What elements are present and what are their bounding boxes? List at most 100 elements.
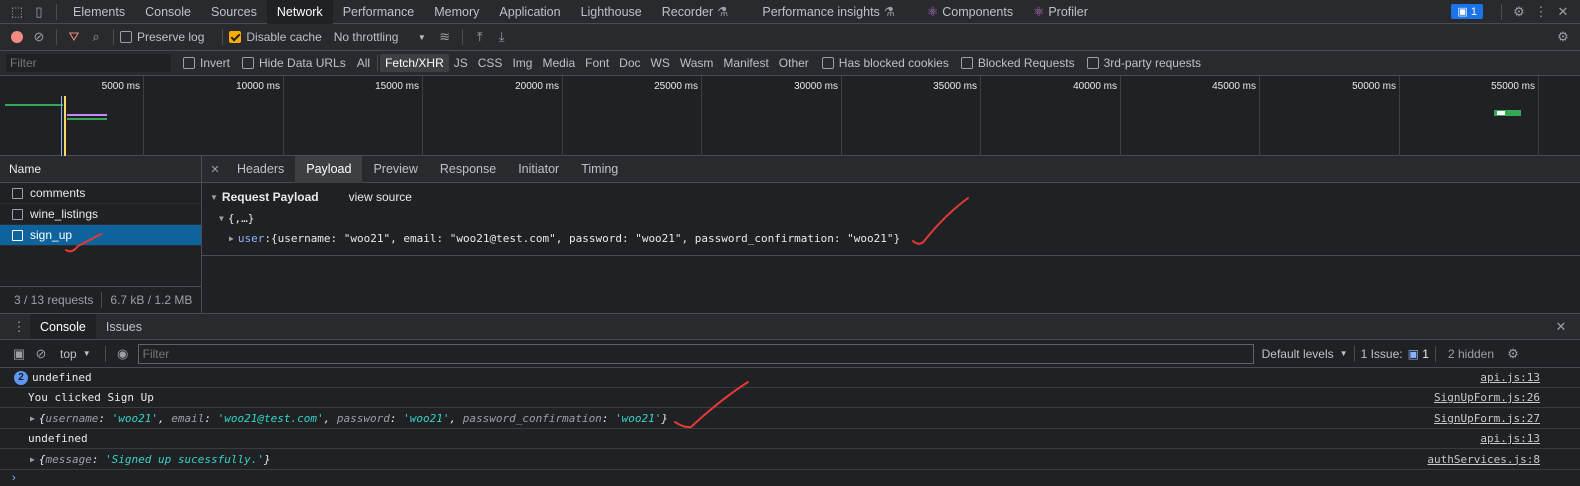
type-ws[interactable]: WS (646, 54, 675, 72)
type-js[interactable]: JS (449, 54, 473, 72)
divider (56, 29, 57, 45)
drawer-tab-console[interactable]: Console (30, 314, 96, 339)
close-icon[interactable]: ✕ (1550, 316, 1572, 338)
object-value: 'woo21@test.com' (217, 411, 324, 425)
expand-triangle-icon[interactable]: ▶ (30, 414, 35, 423)
hide-data-urls-checkbox[interactable]: Hide Data URLs (242, 56, 346, 70)
tab-payload[interactable]: Payload (295, 155, 363, 183)
clear-console-icon[interactable]: ⊘ (30, 343, 52, 365)
tab-elements[interactable]: Elements (63, 0, 135, 24)
source-link[interactable]: SignUpForm.js:27 (1434, 412, 1540, 425)
issues-count: 1 (1422, 346, 1429, 361)
blocked-cookies-checkbox[interactable]: Has blocked cookies (821, 56, 949, 70)
payload-root[interactable]: ▼ {,…} (219, 212, 1580, 225)
drawer-tab-issues[interactable]: Issues (96, 315, 152, 339)
console-prompt[interactable]: › (0, 470, 1580, 486)
throttling-select[interactable]: No throttling ▼ (334, 30, 426, 44)
issues-counter[interactable]: 1 Issue: ▣ 1 (1361, 347, 1429, 361)
gear-icon[interactable]: ⚙ (1508, 1, 1530, 23)
expand-triangle-icon[interactable]: ▼ (210, 193, 218, 202)
network-conditions-icon[interactable]: ≋ (434, 26, 456, 48)
tab-preview[interactable]: Preview (362, 156, 428, 183)
clear-icon[interactable]: ⊘ (28, 26, 50, 48)
inspect-element-icon[interactable]: ⬚ (6, 1, 28, 23)
type-fetch-xhr[interactable]: Fetch/XHR (380, 54, 449, 72)
tab-application[interactable]: Application (489, 0, 570, 24)
close-icon[interactable]: ✕ (1552, 1, 1574, 23)
context-select[interactable]: top ▼ (60, 347, 91, 361)
request-row-comments[interactable]: comments (0, 183, 201, 204)
tab-profiler[interactable]: ⚛ Profiler (1023, 0, 1098, 24)
source-link[interactable]: authServices.js:8 (1427, 453, 1540, 466)
disable-cache-checkbox[interactable]: Disable cache (229, 30, 322, 44)
source-link[interactable]: api.js:13 (1480, 432, 1540, 445)
search-icon[interactable]: ⌕ (85, 26, 107, 48)
invert-checkbox[interactable]: Invert (183, 56, 230, 70)
drawer-menu-icon[interactable]: ⋮ (8, 316, 30, 338)
view-source-link[interactable]: view source (349, 190, 412, 204)
preserve-log-checkbox[interactable]: Preserve log (120, 30, 204, 44)
gear-icon[interactable]: ⚙ (1552, 26, 1574, 48)
filter-icon[interactable]: ⛛ (63, 26, 85, 48)
type-css[interactable]: CSS (473, 54, 508, 72)
console-filter-input[interactable] (137, 343, 1254, 364)
devtools-tabbar: ⬚ ▯ Elements Console Sources Network Per… (0, 0, 1580, 24)
download-icon[interactable]: ⤓ (491, 26, 513, 48)
tab-memory[interactable]: Memory (424, 0, 489, 24)
invert-label: Invert (200, 56, 231, 70)
request-count: 3 / 13 requests (14, 293, 94, 307)
object-preview: {message: 'Signed up sucessfully.'} (38, 452, 271, 466)
type-all[interactable]: All (352, 54, 375, 72)
message-text: undefined (28, 432, 88, 445)
sidebar-toggle-icon[interactable]: ▣ (8, 343, 30, 365)
grid-line (701, 76, 702, 156)
type-wasm[interactable]: Wasm (675, 54, 719, 72)
section-title[interactable]: Request Payload (222, 190, 319, 204)
tab-timing[interactable]: Timing (570, 156, 629, 183)
type-other[interactable]: Other (774, 54, 814, 72)
type-media[interactable]: Media (537, 54, 580, 72)
close-icon[interactable]: ✕ (204, 158, 226, 180)
timeline-label: 5000 ms (101, 81, 140, 92)
more-options-icon[interactable]: ⋮ (1530, 1, 1552, 23)
blocked-requests-checkbox[interactable]: Blocked Requests (960, 56, 1075, 70)
prompt-chevron-icon: › (12, 472, 16, 484)
tab-headers[interactable]: Headers (226, 156, 295, 183)
tab-performance-insights[interactable]: Performance insights ⚗ (752, 0, 905, 24)
type-manifest[interactable]: Manifest (718, 54, 773, 72)
upload-icon[interactable]: ⤒ (469, 26, 491, 48)
gear-icon[interactable]: ⚙ (1502, 343, 1524, 365)
type-font[interactable]: Font (580, 54, 614, 72)
third-party-checkbox[interactable]: 3rd-party requests (1086, 56, 1201, 70)
issues-badge[interactable]: ▣ 1 (1451, 4, 1483, 19)
device-toolbar-icon[interactable]: ▯ (28, 1, 50, 23)
filter-input[interactable] (6, 54, 171, 72)
tab-lighthouse[interactable]: Lighthouse (571, 0, 652, 24)
name-column-header[interactable]: Name (0, 156, 201, 183)
tab-network[interactable]: Network (266, 0, 333, 24)
source-link[interactable]: SignUpForm.js:26 (1434, 391, 1540, 404)
timeline-bar (1497, 111, 1505, 115)
request-row-sign-up[interactable]: sign_up (0, 225, 201, 246)
tab-sources[interactable]: Sources (201, 0, 267, 24)
tab-recorder[interactable]: Recorder ⚗ (652, 0, 739, 24)
tab-performance[interactable]: Performance (333, 0, 425, 24)
payload-user-row[interactable]: ▶ user: {username: "woo21", email: "woo21… (229, 232, 1580, 245)
type-img[interactable]: Img (507, 54, 537, 72)
type-doc[interactable]: Doc (614, 54, 645, 72)
tab-components[interactable]: ⚛ Components (917, 0, 1023, 24)
timeline-overview[interactable]: 5000 ms 10000 ms 15000 ms 20000 ms 25000… (0, 76, 1580, 156)
console-message[interactable]: ▶ {message: 'Signed up sucessfully.'} au… (0, 449, 1580, 470)
request-row-wine-listings[interactable]: wine_listings (0, 204, 201, 225)
tab-initiator[interactable]: Initiator (507, 156, 570, 183)
log-levels-select[interactable]: Default levels ▼ (1262, 347, 1348, 361)
source-link[interactable]: api.js:13 (1480, 371, 1540, 384)
eye-icon[interactable]: ◉ (112, 343, 134, 365)
object-key: password (336, 411, 390, 425)
console-message[interactable]: ▶ {username: 'woo21', email: 'woo21@test… (0, 408, 1580, 429)
caret-down-icon: ▼ (417, 32, 426, 42)
tab-console[interactable]: Console (135, 0, 201, 24)
record-icon[interactable] (6, 26, 28, 48)
tab-response[interactable]: Response (429, 156, 507, 183)
expand-triangle-icon[interactable]: ▶ (30, 455, 35, 464)
